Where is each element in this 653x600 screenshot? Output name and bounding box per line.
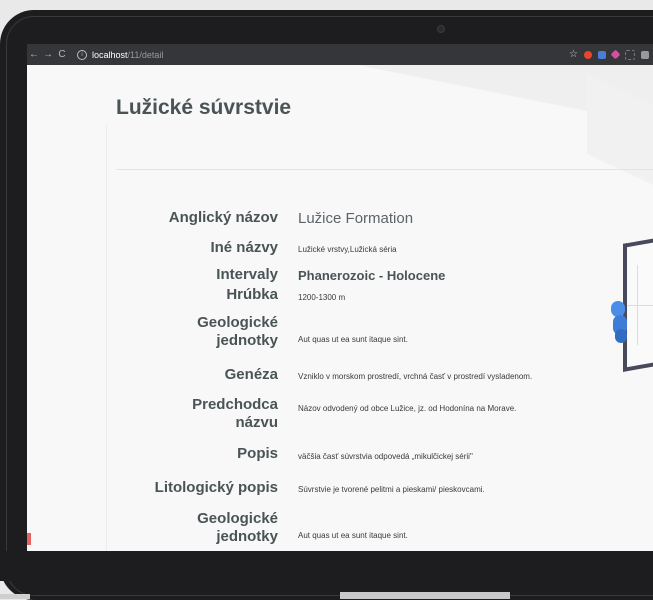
detail-value: Lužice Formation [298,210,414,227]
browser-toolbar: ← → C i localhost /11/detail ☆ [27,44,653,65]
extension-icon[interactable] [641,50,649,59]
camera-icon [437,25,445,33]
detail-value: Aut quas ut ea sunt itaque sint. [298,531,408,540]
detail-value: Lužické vrstvy,Lužická séria [298,245,397,254]
detail-value: väčšia časť súvrstvia odpovedá „mikulčic… [298,452,473,461]
bookmark-star-icon[interactable]: ☆ [569,49,578,60]
detail-label: Litologický popis [154,479,278,496]
detail-label: Genéza [224,366,278,383]
browser-window: ← → C i localhost /11/detail ☆ Lužické s… [27,44,653,551]
screenshot-extension-icon[interactable] [625,49,635,60]
detail-value: 1200-1300 m [298,293,346,302]
laptop-bottom-bezel [0,551,653,581]
detail-label: Geologické jednotky [197,510,278,545]
detail-label: Anglický názov [168,209,278,226]
detail-value: Súvrstvie je tvorené pelitmi a pieskami/… [298,485,485,494]
extension-icon[interactable] [598,50,606,59]
toolbar-actions: ☆ [569,49,653,60]
illustration-grid-line [627,305,653,306]
illustration-board [623,236,653,372]
detail-label: Geologické jednotky [197,314,278,349]
detail-value: Vzniklo v morskom prostredí, vrchná časť… [298,372,533,381]
adblock-extension-icon[interactable] [584,50,592,59]
detail-label: Iné názvy [210,239,278,256]
detail-label: Popis [237,445,278,462]
illustration-figure [615,329,627,343]
laptop-base [0,594,30,599]
detail-label: Intervaly [216,266,278,283]
url-host: localhost [92,49,128,60]
back-arrow-icon[interactable]: ← [27,49,41,60]
vertical-divider [106,125,107,551]
detail-value: Phanerozoic - Holocene [298,268,446,283]
address-bar[interactable]: i localhost /11/detail [77,49,164,60]
color-picker-extension-icon[interactable] [610,49,621,60]
url-path: /11/detail [127,49,164,60]
edge-marker [27,533,31,545]
reload-icon[interactable]: C [55,49,69,60]
detail-label: Predchodca názvu [192,396,278,431]
detail-label: Hrúbka [226,286,278,303]
page-content: Lužické súvrstvie Anglický názov Lužice … [27,65,653,551]
forward-arrow-icon[interactable]: → [41,49,55,60]
detail-value: Aut quas ut ea sunt itaque sint. [298,335,408,344]
info-icon[interactable]: i [77,49,87,60]
title-divider [116,169,653,170]
laptop-stand [340,592,510,599]
detail-value: Názov odvodený od obce Lužice, jz. od Ho… [298,404,517,413]
page-title: Lužické súvrstvie [116,96,292,119]
